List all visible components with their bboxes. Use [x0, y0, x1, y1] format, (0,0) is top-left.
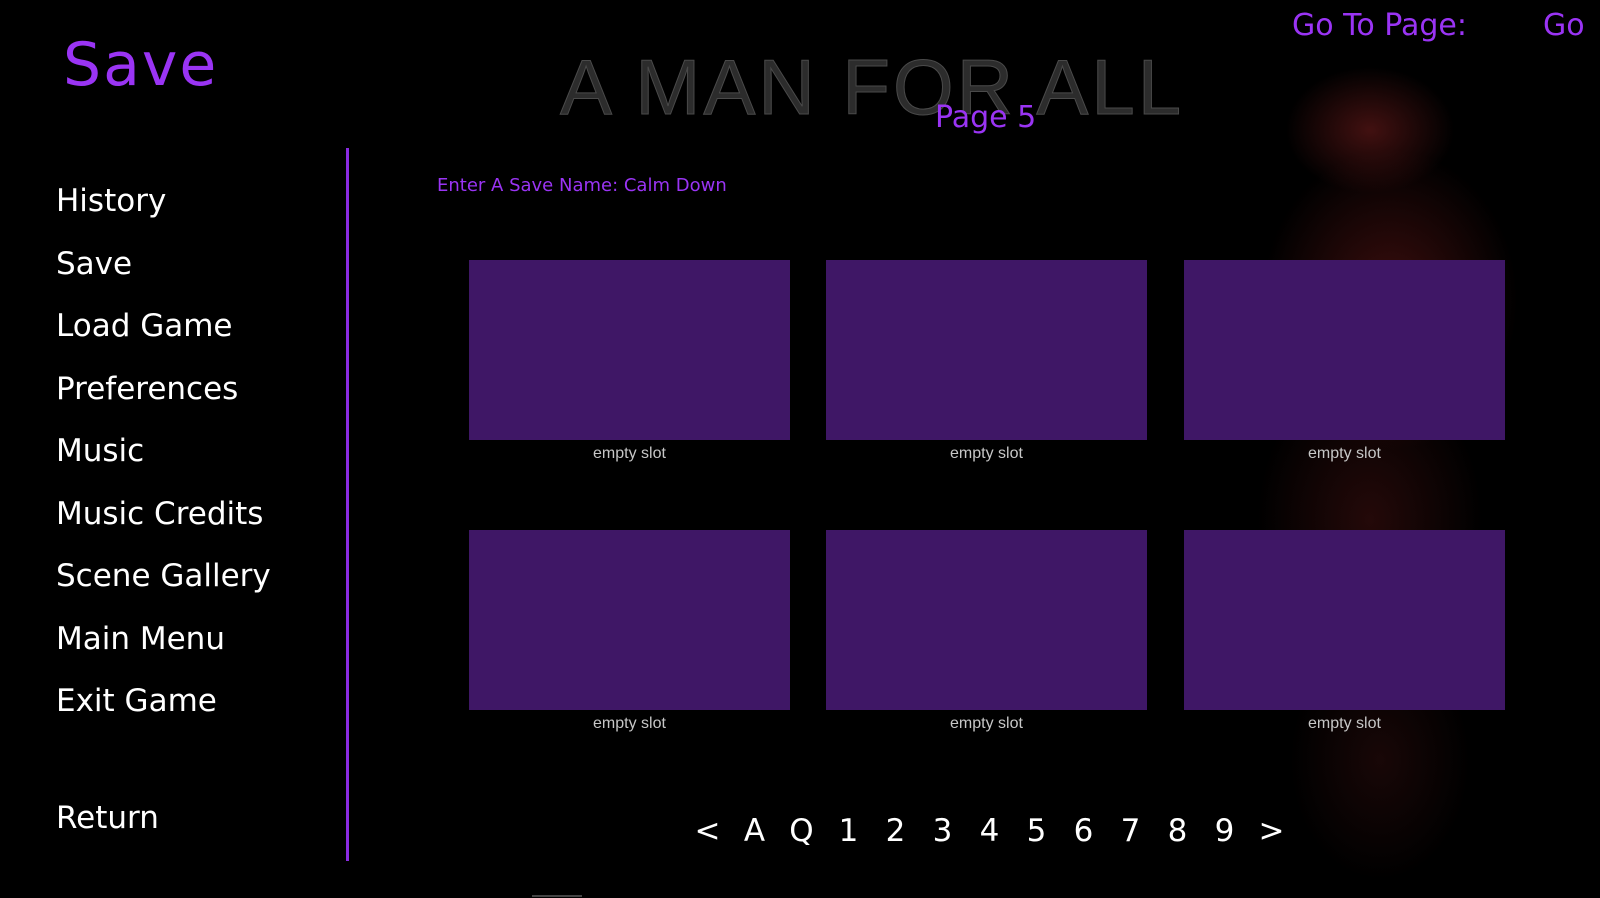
nav-item-preferences[interactable]: Preferences	[56, 358, 271, 421]
bottom-divider-mark	[532, 895, 582, 897]
goto-page-button[interactable]: Go	[1543, 8, 1585, 43]
pager-page-2-button[interactable]: 2	[872, 808, 919, 854]
save-slot-5[interactable]: empty slot	[826, 530, 1147, 733]
nav-item-load-game[interactable]: Load Game	[56, 295, 271, 358]
save-slot-label: empty slot	[593, 715, 666, 732]
pager-next-button[interactable]: >	[1248, 808, 1295, 854]
page-pager: < A Q 1 2 3 4 5 6 7 8 9 >	[684, 808, 1295, 854]
pager-page-9-button[interactable]: 9	[1201, 808, 1248, 854]
game-logo: A MAN FOR ALL	[560, 43, 1185, 132]
pager-auto-saves-button[interactable]: A	[731, 808, 778, 854]
save-name-input[interactable]: Enter A Save Name: Calm Down	[437, 175, 727, 196]
nav-item-exit-game[interactable]: Exit Game	[56, 670, 271, 733]
goto-page-label: Go To Page:	[1292, 8, 1467, 43]
nav-item-main-menu[interactable]: Main Menu	[56, 608, 271, 671]
pager-previous-button[interactable]: <	[684, 808, 731, 854]
pager-quick-saves-button[interactable]: Q	[778, 808, 825, 854]
page-label: Page 5	[935, 100, 1037, 135]
save-slot-label: empty slot	[1308, 715, 1381, 732]
nav-item-music-credits[interactable]: Music Credits	[56, 483, 271, 546]
pager-page-6-button[interactable]: 6	[1060, 808, 1107, 854]
nav-item-scene-gallery[interactable]: Scene Gallery	[56, 545, 271, 608]
sidebar-divider	[346, 148, 349, 861]
save-slot-thumbnail[interactable]	[1184, 530, 1505, 710]
save-slot-label: empty slot	[950, 715, 1023, 732]
save-slot-thumbnail[interactable]	[469, 260, 790, 440]
return-button[interactable]: Return	[56, 800, 159, 836]
save-slot-thumbnail[interactable]	[1184, 260, 1505, 440]
screen-title: Save	[63, 30, 219, 100]
save-slot-1[interactable]: empty slot	[469, 260, 790, 463]
save-slot-label: empty slot	[593, 445, 666, 462]
save-slot-thumbnail[interactable]	[469, 530, 790, 710]
save-slot-label: empty slot	[950, 445, 1023, 462]
save-slot-thumbnail[interactable]	[826, 530, 1147, 710]
pager-page-8-button[interactable]: 8	[1154, 808, 1201, 854]
nav-item-save[interactable]: Save	[56, 233, 271, 296]
save-slot-4[interactable]: empty slot	[469, 530, 790, 733]
sidebar-nav: History Save Load Game Preferences Music…	[56, 170, 271, 733]
nav-item-history[interactable]: History	[56, 170, 271, 233]
pager-page-4-button[interactable]: 4	[966, 808, 1013, 854]
nav-item-music[interactable]: Music	[56, 420, 271, 483]
save-slot-label: empty slot	[1308, 445, 1381, 462]
pager-page-3-button[interactable]: 3	[919, 808, 966, 854]
save-slot-6[interactable]: empty slot	[1184, 530, 1505, 733]
pager-page-7-button[interactable]: 7	[1107, 808, 1154, 854]
pager-page-5-button[interactable]: 5	[1013, 808, 1060, 854]
save-slot-2[interactable]: empty slot	[826, 260, 1147, 463]
save-slot-3[interactable]: empty slot	[1184, 260, 1505, 463]
pager-page-1-button[interactable]: 1	[825, 808, 872, 854]
save-slot-thumbnail[interactable]	[826, 260, 1147, 440]
